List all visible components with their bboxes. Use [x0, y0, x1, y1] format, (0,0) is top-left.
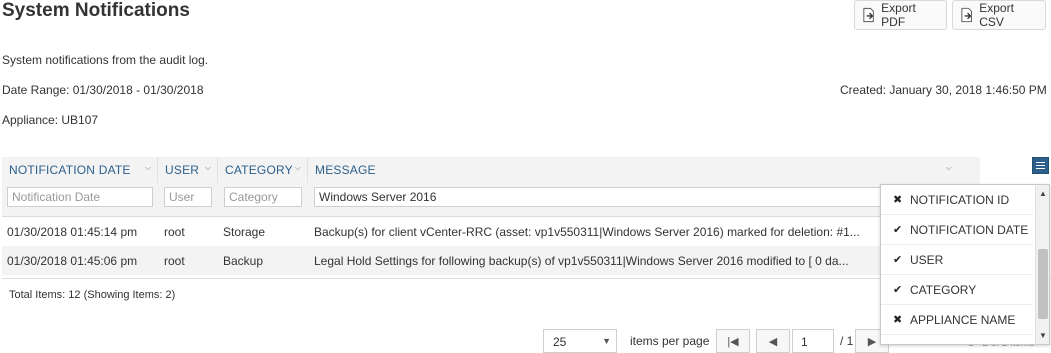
cell-user: root [164, 224, 185, 239]
cell-date: 01/30/2018 01:45:14 pm [7, 224, 138, 239]
export-pdf-button[interactable]: Export PDF [854, 0, 947, 30]
filter-message[interactable] [314, 187, 978, 207]
checkmark-icon: ✔ [893, 284, 903, 296]
page-size-value: 25 [553, 335, 567, 349]
column-menu-button[interactable] [1032, 157, 1049, 174]
cell-message: Legal Hold Settings for following backup… [314, 253, 849, 268]
page-count: / 1 [840, 334, 854, 348]
page-description: System notifications from the audit log. [2, 53, 209, 67]
menu-lines-icon [1036, 165, 1045, 166]
export-csv-label: Export CSV [979, 1, 1014, 29]
first-page-button[interactable]: |◀ [716, 329, 750, 353]
items-per-page-label: items per page [630, 334, 710, 348]
checkmark-icon: ✔ [893, 254, 903, 266]
cross-icon: ✖ [893, 314, 903, 326]
filter-notification-date[interactable] [7, 187, 153, 207]
dropdown-arrow-icon: ▼ [602, 336, 611, 346]
column-header-user[interactable]: USER ⌵ [158, 157, 218, 183]
column-toggle-label: CATEGORY [910, 282, 977, 297]
export-csv-button[interactable]: Export CSV [952, 0, 1046, 30]
cell-category: Storage [223, 224, 266, 239]
column-toggle-category[interactable]: ✔ CATEGORY [881, 275, 1033, 305]
date-range: Date Range: 01/30/2018 - 01/30/2018 [2, 83, 204, 97]
checkmark-icon: ✔ [893, 224, 903, 236]
column-toggle-label: APPLIANCE NAME [910, 312, 1016, 327]
export-pdf-label: Export PDF [881, 1, 916, 29]
sort-chevron-icon[interactable]: ⌵ [295, 163, 301, 173]
cell-user: root [164, 253, 185, 268]
scroll-down-icon[interactable]: ▼ [1039, 331, 1047, 340]
prev-page-icon: ◀ [768, 335, 778, 348]
column-header-label: CATEGORY [225, 163, 293, 177]
cell-category: Backup [223, 253, 264, 268]
sort-chevron-icon[interactable]: ⌵ [946, 163, 952, 173]
column-header-label: USER [165, 163, 200, 177]
appliance-name: Appliance: UB107 [2, 113, 99, 127]
table-row[interactable]: 01/30/2018 01:45:14 pm root Storage Back… [2, 217, 980, 246]
created-timestamp: Created: January 30, 2018 1:46:50 PM [840, 83, 1047, 97]
cross-icon: ✖ [893, 194, 903, 206]
filter-user[interactable] [164, 187, 212, 207]
filter-category[interactable] [224, 187, 302, 207]
scrollbar-thumb[interactable] [1038, 249, 1048, 319]
column-toggle-appliance-name[interactable]: ✖ APPLIANCE NAME [881, 305, 1033, 335]
column-toggle-user[interactable]: ✔ USER [881, 245, 1033, 275]
prev-page-button[interactable]: ◀ [756, 329, 790, 353]
column-toggle-label: NOTIFICATION DATE [910, 222, 1029, 237]
export-file-icon [961, 7, 972, 23]
cell-date: 01/30/2018 01:45:06 pm [7, 253, 138, 268]
column-toggle-label: NOTIFICATION ID [910, 192, 1010, 207]
column-header-message[interactable]: MESSAGE ⌵ [308, 157, 980, 183]
column-chooser-menu: ✖ NOTIFICATION ID ✔ NOTIFICATION DATE ✔ … [880, 184, 1050, 345]
page-title: System Notifications [2, 0, 190, 21]
page-size-select[interactable]: 25 ▼ [543, 329, 617, 353]
column-toggle-notification-id[interactable]: ✖ NOTIFICATION ID [881, 185, 1033, 215]
column-header-label: MESSAGE [315, 163, 376, 177]
total-items: Total Items: 12 (Showing Items: 2) [9, 289, 176, 301]
column-header-category[interactable]: CATEGORY ⌵ [218, 157, 308, 183]
first-page-icon: |◀ [727, 335, 739, 348]
column-toggle-label: USER [910, 252, 944, 267]
scroll-up-icon[interactable]: ▲ [1039, 189, 1047, 198]
export-file-icon [863, 7, 874, 23]
grid-header: NOTIFICATION DATE ⌵ USER ⌵ CATEGORY ⌵ ME… [2, 157, 980, 217]
table-row[interactable]: 01/30/2018 01:45:06 pm root Backup Legal… [2, 246, 980, 275]
sort-chevron-icon[interactable]: ⌵ [145, 163, 151, 173]
column-header-label: NOTIFICATION DATE [9, 163, 131, 177]
menu-scrollbar[interactable]: ▲ ▼ [1035, 185, 1049, 344]
cell-message: Backup(s) for client vCenter-RRC (asset:… [314, 224, 860, 239]
column-toggle-notification-date[interactable]: ✔ NOTIFICATION DATE [881, 215, 1033, 245]
sort-chevron-icon[interactable]: ⌵ [205, 163, 211, 173]
current-page-input[interactable]: 1 [792, 329, 834, 353]
next-page-icon: ▶ [867, 335, 877, 348]
column-header-notification-date[interactable]: NOTIFICATION DATE ⌵ [2, 157, 158, 183]
